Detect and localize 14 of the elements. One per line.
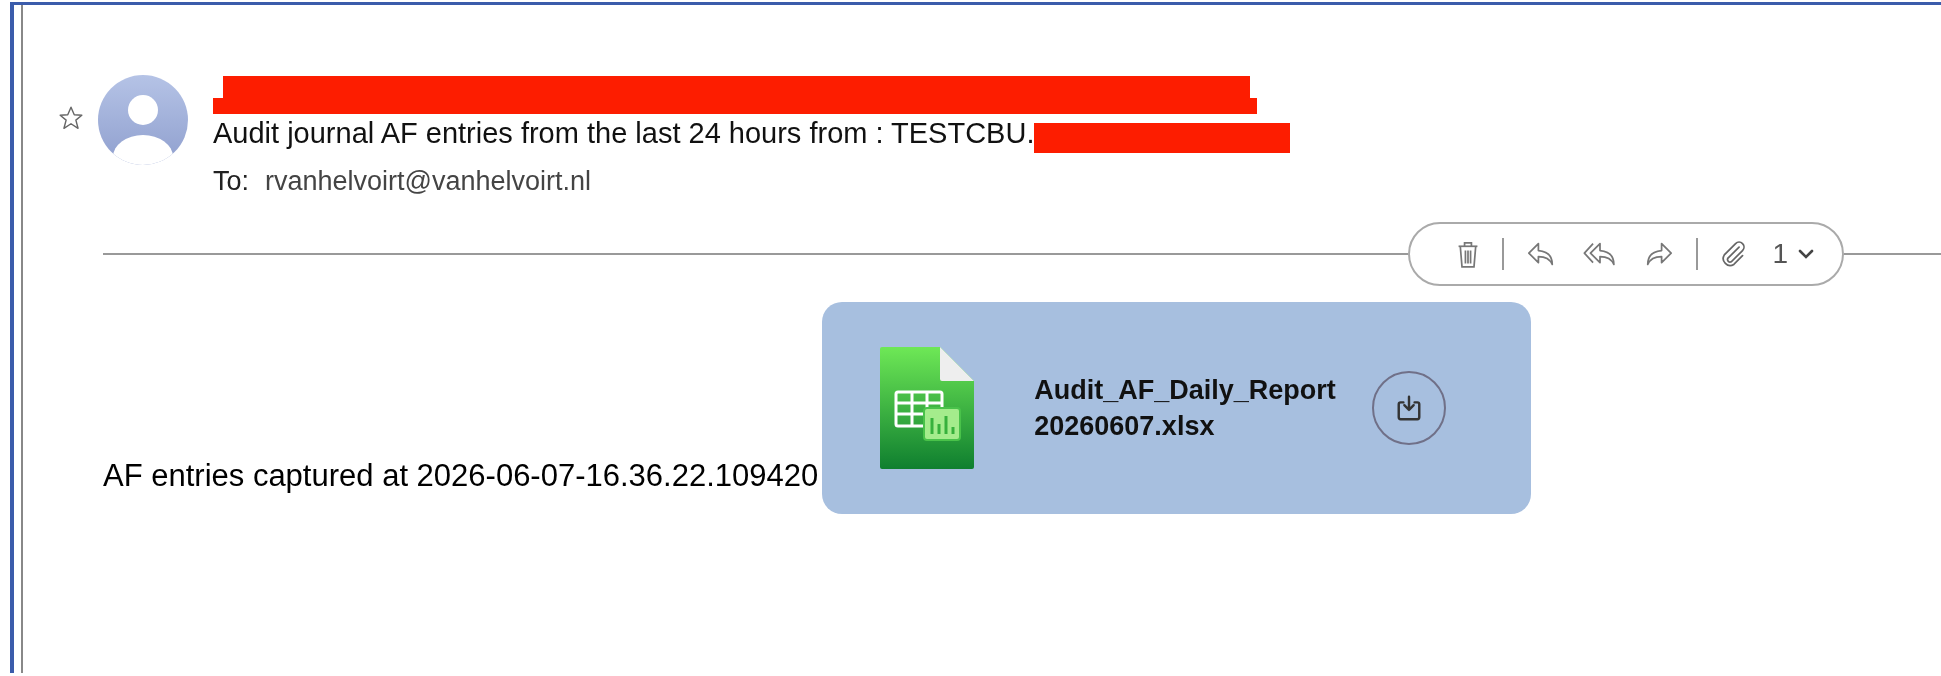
- to-label: To:: [213, 166, 250, 197]
- paperclip-icon[interactable]: [1720, 240, 1747, 268]
- avatar-icon: [98, 75, 188, 165]
- file-name: Audit_AF_Daily_Report 20260607.xlsx: [1034, 374, 1336, 443]
- attachment-count: 1: [1772, 238, 1788, 270]
- email-subject: Audit journal AF entries from the last 24 hours from : TESTCBU.: [213, 116, 1035, 150]
- spreadsheet-file-icon: [880, 347, 975, 469]
- attachment-card[interactable]: Audit_AF_Daily_Report 20260607.xlsx: [822, 302, 1532, 514]
- chevron-down-icon[interactable]: [1798, 249, 1814, 259]
- star-icon[interactable]: [58, 105, 84, 131]
- forward-icon[interactable]: [1644, 241, 1675, 267]
- download-button[interactable]: [1371, 371, 1446, 445]
- body-text: AF entries captured at 2026-06-07-16.36.22.109420: [103, 458, 819, 494]
- recipient-address: rvanhelvoirt@vanhelvoirt.nl: [265, 166, 592, 197]
